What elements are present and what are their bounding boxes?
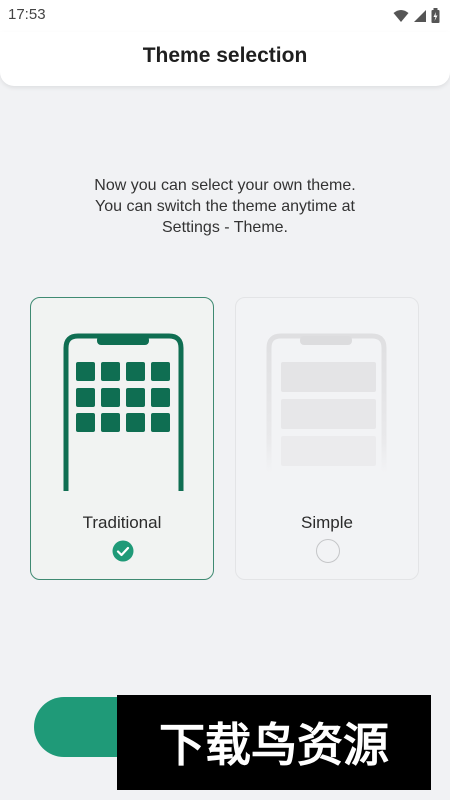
- status-bar: 17:53: [0, 0, 450, 32]
- intro-line: Now you can select your own theme.: [94, 177, 356, 194]
- app-header: Theme selection: [0, 32, 450, 86]
- watermark-logo: 下载鸟资源: [159, 718, 389, 772]
- battery-icon: [431, 8, 440, 23]
- radio-unchecked-icon[interactable]: [316, 539, 340, 563]
- page-title: Theme selection: [142, 44, 308, 67]
- intro-text: Now you can select your own theme. You c…: [40, 175, 410, 238]
- theme-label-traditional: Traditional: [82, 513, 162, 532]
- intro-line: You can switch the theme anytime at: [95, 198, 355, 215]
- status-icons: [393, 8, 440, 23]
- watermark: 下载鸟资源: [117, 695, 431, 790]
- intro-line: Settings - Theme.: [162, 219, 288, 236]
- theme-label-simple: Simple: [301, 513, 353, 532]
- simple-phone-icon: [266, 333, 387, 473]
- check-circle-icon[interactable]: [112, 540, 134, 562]
- theme-card-traditional[interactable]: Traditional: [30, 297, 214, 580]
- watermark-text: 下载鸟资源: [159, 718, 389, 772]
- theme-card-simple[interactable]: Simple: [235, 297, 419, 580]
- status-time: 17:53: [8, 6, 46, 23]
- wifi-icon: [393, 9, 409, 22]
- traditional-phone-icon: [63, 333, 184, 491]
- signal-icon: [414, 9, 426, 22]
